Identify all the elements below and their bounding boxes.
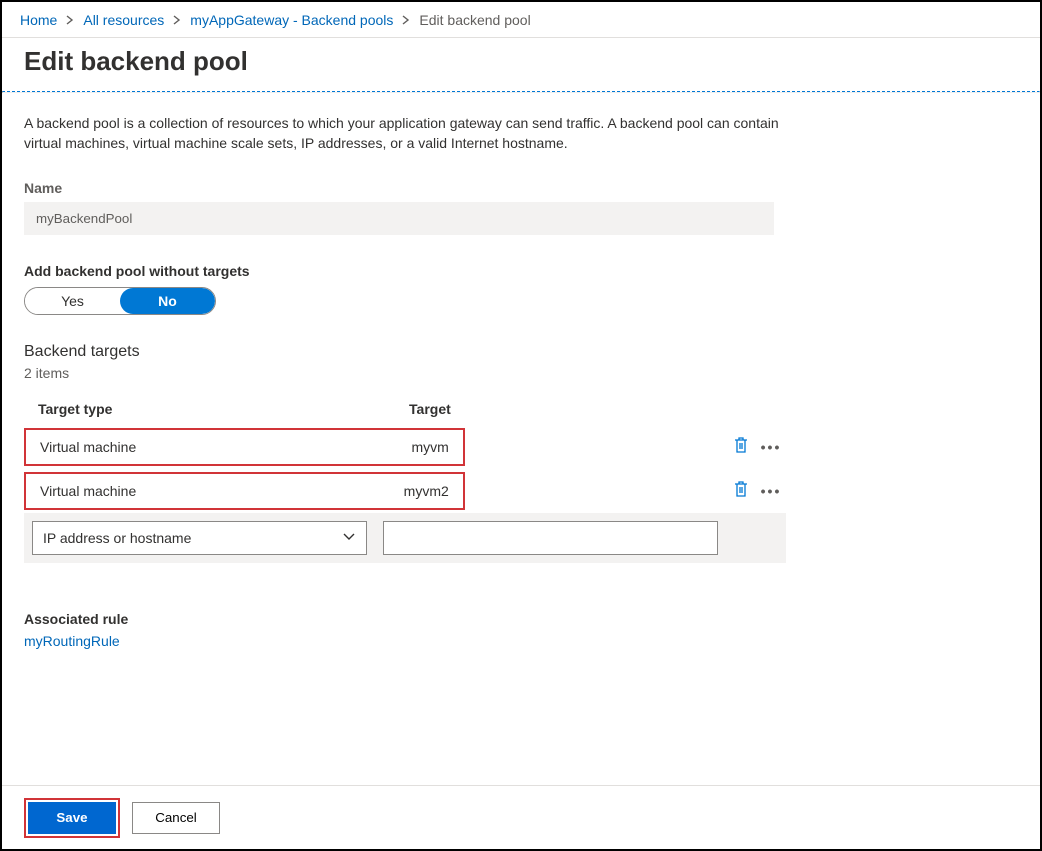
targets-table: Target type Target Virtual machine myvm …	[24, 391, 786, 563]
target-value-input[interactable]	[383, 521, 718, 555]
chevron-right-icon	[401, 12, 411, 28]
toggle-no[interactable]: No	[120, 288, 215, 314]
table-row: Virtual machine myvm2 •••	[24, 469, 786, 513]
breadcrumb-all-resources[interactable]: All resources	[83, 12, 164, 28]
name-input[interactable]	[24, 202, 774, 235]
chevron-right-icon	[65, 12, 75, 28]
table-row: Virtual machine myvm •••	[24, 425, 786, 469]
target-name-cell: myvm	[411, 439, 448, 455]
description-text: A backend pool is a collection of resour…	[24, 113, 784, 154]
breadcrumb-home[interactable]: Home	[20, 12, 57, 28]
breadcrumb-current: Edit backend pool	[419, 12, 530, 28]
delete-icon[interactable]	[733, 485, 749, 501]
save-button[interactable]: Save	[28, 802, 116, 834]
add-target-row: IP address or hostname	[24, 513, 786, 563]
cancel-button[interactable]: Cancel	[132, 802, 220, 834]
target-type-cell: Virtual machine	[40, 439, 411, 455]
more-icon[interactable]: •••	[761, 439, 782, 455]
target-highlight-box: Virtual machine myvm2	[24, 472, 465, 510]
toggle-yes[interactable]: Yes	[25, 288, 120, 314]
chevron-down-icon	[342, 529, 356, 546]
target-name-cell: myvm2	[404, 483, 449, 499]
footer-bar: Save Cancel	[2, 785, 1040, 849]
associated-rule-link[interactable]: myRoutingRule	[24, 633, 1018, 649]
table-header-row: Target type Target	[24, 391, 786, 425]
associated-rule-label: Associated rule	[24, 611, 1018, 627]
breadcrumb-gateway-pools[interactable]: myAppGateway - Backend pools	[190, 12, 393, 28]
dropdown-selected: IP address or hostname	[43, 530, 191, 546]
delete-icon[interactable]	[733, 441, 749, 457]
chevron-right-icon	[172, 12, 182, 28]
more-icon[interactable]: •••	[761, 483, 782, 499]
breadcrumb: Home All resources myAppGateway - Backen…	[2, 2, 1040, 38]
save-highlight-box: Save	[24, 798, 120, 838]
target-type-cell: Virtual machine	[40, 483, 404, 499]
items-count: 2 items	[24, 365, 1018, 381]
page-title: Edit backend pool	[2, 38, 1040, 91]
col-header-type: Target type	[24, 391, 375, 425]
target-highlight-box: Virtual machine myvm	[24, 428, 465, 466]
col-header-target: Target	[375, 391, 465, 425]
targets-toggle[interactable]: Yes No	[24, 287, 216, 315]
backend-targets-heading: Backend targets	[24, 343, 1018, 361]
target-type-dropdown[interactable]: IP address or hostname	[32, 521, 367, 555]
name-label: Name	[24, 180, 1018, 196]
no-targets-label: Add backend pool without targets	[24, 263, 1018, 279]
